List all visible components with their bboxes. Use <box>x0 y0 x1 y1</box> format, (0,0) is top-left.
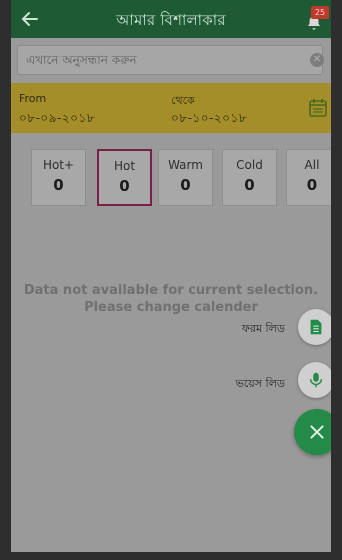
from-date[interactable]: ০৮-০৯-২০১৮ <box>19 110 95 130</box>
search-bar <box>11 38 331 82</box>
empty-state-line-1: Data not available for current selection… <box>23 283 319 298</box>
form-lead-button[interactable] <box>298 309 331 345</box>
voice-lead-label[interactable]: ভয়েস লিড <box>195 375 285 394</box>
empty-state-message: Data not available for current selection… <box>11 282 331 316</box>
tab-hot-plus[interactable]: Hot+ 0 <box>31 149 86 206</box>
tab-hot[interactable]: Hot 0 <box>97 149 152 206</box>
date-range-bar: From ০৮-০৯-২০১৮ থেকে ০৮-১০-২০১৮ <box>11 83 331 133</box>
tab-label: Hot+ <box>42 158 75 172</box>
screen-right-edge <box>331 0 342 560</box>
app-screen: আমার বিশালাকার 25 From ০৮-০৯-২০১৮ থেকে ০… <box>11 0 331 556</box>
from-label: From <box>19 92 47 105</box>
voice-lead-button[interactable] <box>298 362 331 398</box>
tab-count: 0 <box>53 176 64 194</box>
tab-label: Warm <box>168 158 203 172</box>
page-title: আমার বিশালাকার <box>116 11 226 29</box>
to-label: থেকে <box>171 94 195 107</box>
tab-label: Hot <box>113 159 136 173</box>
tab-count: 0 <box>244 176 255 194</box>
tab-count: 0 <box>306 176 318 194</box>
tab-all[interactable]: All 0 <box>286 149 331 206</box>
tab-label: Cold <box>236 158 263 172</box>
clear-search-icon[interactable]: ✕ <box>310 53 324 67</box>
close-fab-button[interactable] <box>294 409 331 455</box>
notification-badge: 25 <box>311 6 329 19</box>
to-date[interactable]: ০৮-১০-২০১৮ <box>171 110 247 130</box>
screen-left-edge <box>0 0 11 560</box>
calendar-icon[interactable] <box>308 98 328 118</box>
tab-count: 0 <box>180 176 191 194</box>
empty-state-line-2: Please change calender <box>84 300 258 315</box>
microphone-icon <box>309 372 323 388</box>
tab-warm[interactable]: Warm 0 <box>158 149 213 206</box>
app-bar: আমার বিশালাকার 25 <box>11 0 331 38</box>
notification-button[interactable]: 25 <box>303 6 329 34</box>
search-input[interactable] <box>17 45 323 75</box>
document-icon <box>310 319 322 335</box>
tab-cold[interactable]: Cold 0 <box>222 149 277 206</box>
tab-count: 0 <box>119 177 130 195</box>
tab-label: All <box>304 158 320 172</box>
close-icon <box>310 425 324 439</box>
form-lead-label[interactable]: ফরম লিড <box>195 320 285 339</box>
screen-bottom-edge <box>0 552 342 560</box>
